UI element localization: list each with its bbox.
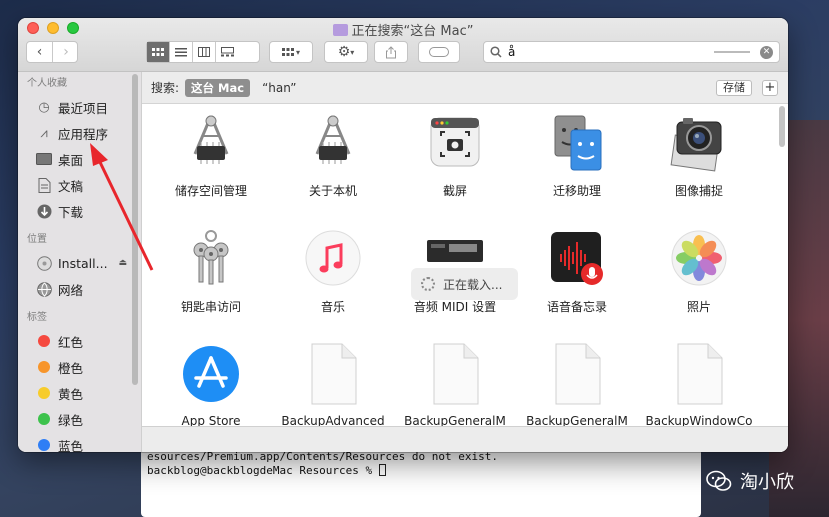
wechat-icon — [706, 470, 732, 491]
annotation-arrow — [90, 143, 154, 271]
watermark: 淘小欣 — [706, 468, 794, 494]
watermark-text: 淘小欣 — [740, 472, 794, 493]
